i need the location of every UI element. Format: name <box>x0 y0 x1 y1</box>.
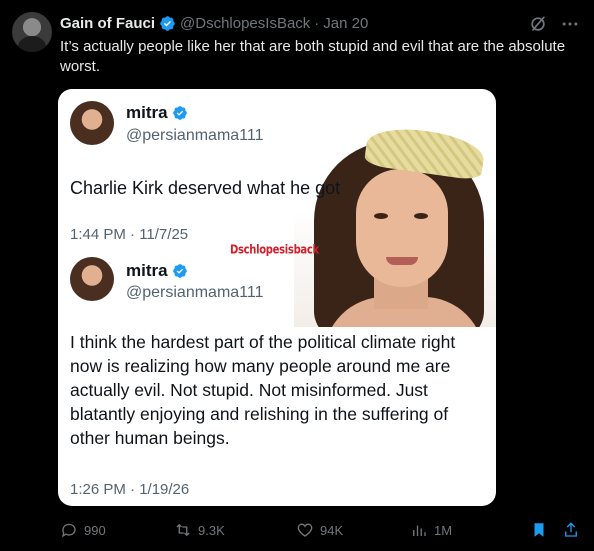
post2-text-line: actually evil. Not stupid. Not misinform… <box>70 380 428 400</box>
woman-portrait-photo <box>294 129 496 327</box>
share-button[interactable] <box>562 521 580 539</box>
post1-time: 1:44 PM · 11/7/25 <box>70 226 189 243</box>
heart-icon <box>297 523 313 537</box>
repost-count: 9.3K <box>198 522 225 538</box>
verified-badge-icon <box>172 264 187 278</box>
post2-text-line: other human beings. <box>70 428 230 448</box>
post1-name-text: mitra <box>126 103 168 122</box>
verified-badge-icon <box>172 106 187 120</box>
post2-text-line: I think the hardest part of the politica… <box>70 332 456 352</box>
tweet-header: Gain of Fauci @DschlopesIsBack · Jan 20 <box>60 13 368 33</box>
reply-button[interactable]: 990 <box>60 521 106 539</box>
views-chart-icon <box>413 525 426 536</box>
author-name[interactable]: Gain of Fauci <box>60 15 155 32</box>
repost-button[interactable]: 9.3K <box>174 521 225 539</box>
bookmark-button[interactable] <box>530 521 548 539</box>
author-avatar[interactable] <box>12 12 52 52</box>
verified-badge-icon <box>160 15 175 31</box>
post2-text: I think the hardest part of the politica… <box>70 330 455 450</box>
like-count: 94K <box>320 522 344 538</box>
tweet[interactable]: Gain of Fauci @DschlopesIsBack · Jan 20 … <box>0 0 594 551</box>
post2-avatar <box>70 257 114 301</box>
action-bar: 990 9.3K 94K 1M <box>60 519 584 541</box>
views-count: 1M <box>434 522 453 538</box>
tweet-text: It’s actually people like her that are b… <box>60 38 566 75</box>
post2-name-text: mitra <box>126 261 168 280</box>
top-icons <box>528 14 580 34</box>
like-button[interactable]: 94K <box>296 521 343 539</box>
post1-avatar <box>70 101 114 145</box>
post1-text: Charlie Kirk deserved what he got <box>70 178 341 198</box>
repost-icon <box>176 524 190 536</box>
post2-time: 1:26 PM · 1/19/26 <box>70 481 190 498</box>
post1-handle: @persianmama111 <box>126 127 264 144</box>
grok-icon[interactable] <box>528 14 548 34</box>
more-icon[interactable] <box>560 14 580 34</box>
quoted-screenshot-image[interactable]: mitra @persianmama111 Charlie Kirk deser… <box>58 89 496 506</box>
share-icon <box>565 522 577 537</box>
post1-name: mitra <box>126 103 188 123</box>
tweet-date[interactable]: Jan 20 <box>323 15 368 32</box>
bookmark-icon <box>534 523 544 537</box>
reply-icon <box>61 523 76 538</box>
post2-text-line: now is realizing how many people around … <box>70 356 451 376</box>
post2-text-line: blatantly enjoying and relishing in the … <box>70 404 449 424</box>
views-button[interactable]: 1M <box>410 521 452 539</box>
post2-name: mitra <box>126 261 188 281</box>
reply-count: 990 <box>84 522 106 538</box>
author-handle[interactable]: @DschlopesIsBack <box>180 15 310 32</box>
post2-handle: @persianmama111 <box>126 284 264 301</box>
separator: · <box>314 14 320 32</box>
watermark-text: Dschlopesisback <box>230 243 319 258</box>
